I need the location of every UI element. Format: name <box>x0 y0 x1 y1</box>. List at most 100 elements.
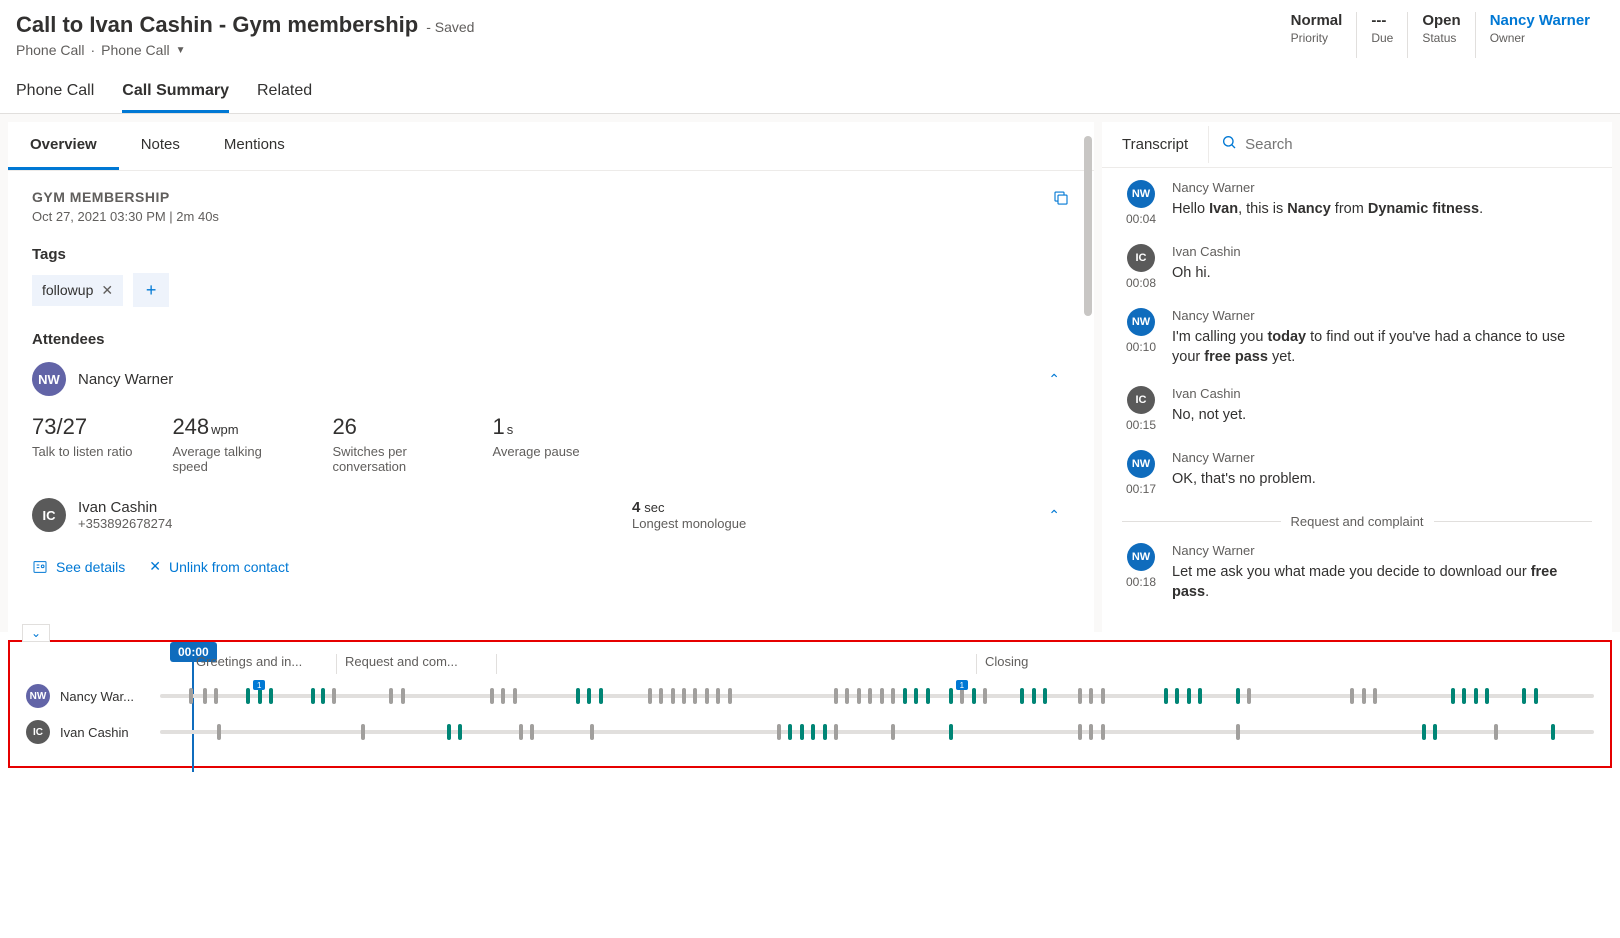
timeline-tick[interactable] <box>203 688 207 704</box>
add-tag-button[interactable]: + <box>133 273 169 307</box>
search-input[interactable] <box>1245 136 1600 153</box>
timeline-tick[interactable] <box>671 688 675 704</box>
timeline-tick[interactable] <box>880 688 884 704</box>
subtab-overview[interactable]: Overview <box>8 122 119 170</box>
unlink-contact-link[interactable]: ✕ Unlink from contact <box>149 558 289 575</box>
timeline-tick[interactable] <box>693 688 697 704</box>
remove-tag-icon[interactable]: ✕ <box>101 282 113 299</box>
tab-related[interactable]: Related <box>257 74 312 113</box>
timeline-tick[interactable] <box>246 688 250 704</box>
owner-cell[interactable]: Nancy Warner Owner <box>1476 12 1604 58</box>
timeline-tick[interactable] <box>914 688 918 704</box>
timeline-tick[interactable] <box>705 688 709 704</box>
transcript-message[interactable]: IC 00:08 Ivan Cashin Oh hi. <box>1122 244 1592 290</box>
timeline-tick[interactable] <box>926 688 930 704</box>
timeline-tick[interactable] <box>1494 724 1498 740</box>
timeline-tick[interactable] <box>599 688 603 704</box>
timeline-tick[interactable] <box>1451 688 1455 704</box>
chevron-down-icon[interactable]: ▼ <box>176 45 186 56</box>
scrollbar-thumb[interactable] <box>1084 136 1092 316</box>
transcript-message[interactable]: NW 00:10 Nancy Warner I'm calling you to… <box>1122 308 1592 368</box>
timeline-tick[interactable] <box>960 688 964 704</box>
timeline-tick[interactable] <box>1534 688 1538 704</box>
timeline-tick[interactable] <box>214 688 218 704</box>
timeline-tick[interactable] <box>1078 724 1082 740</box>
timeline-tick[interactable] <box>800 724 804 740</box>
search-wrap[interactable] <box>1208 126 1612 163</box>
timeline-tick[interactable] <box>1373 688 1377 704</box>
timeline-tick[interactable] <box>891 688 895 704</box>
timeline-tick[interactable] <box>845 688 849 704</box>
timeline-tick[interactable] <box>1089 688 1093 704</box>
timeline-tick[interactable] <box>530 724 534 740</box>
timeline-tick[interactable] <box>332 688 336 704</box>
timeline-tick[interactable] <box>682 688 686 704</box>
timeline-track[interactable]: 11 <box>160 688 1594 704</box>
timeline-tick[interactable] <box>716 688 720 704</box>
transcript-message[interactable]: NW 00:17 Nancy Warner OK, that's no prob… <box>1122 450 1592 496</box>
due-cell[interactable]: --- Due <box>1357 12 1408 58</box>
timeline-tick[interactable] <box>949 724 953 740</box>
tab-call-summary[interactable]: Call Summary <box>122 74 229 113</box>
timeline-tick[interactable] <box>834 688 838 704</box>
timeline-tick[interactable] <box>1551 724 1555 740</box>
timeline-tick[interactable] <box>389 688 393 704</box>
timeline-tick[interactable] <box>903 688 907 704</box>
timeline-tick[interactable] <box>519 724 523 740</box>
transcript-message[interactable]: IC 00:15 Ivan Cashin No, not yet. <box>1122 386 1592 432</box>
timeline-tick[interactable] <box>834 724 838 740</box>
attendee-ivan-header[interactable]: IC Ivan Cashin +353892678274 4 sec Longe… <box>32 498 1070 532</box>
timeline-tick[interactable] <box>648 688 652 704</box>
timeline-tick[interactable] <box>1236 688 1240 704</box>
timeline-tick[interactable] <box>1422 724 1426 740</box>
timeline-tick[interactable] <box>1187 688 1191 704</box>
timeline-tick[interactable] <box>217 724 221 740</box>
tag-followup[interactable]: followup ✕ <box>32 275 123 306</box>
timeline-tick[interactable] <box>1089 724 1093 740</box>
subtab-notes[interactable]: Notes <box>119 122 202 170</box>
timeline-tick[interactable] <box>777 724 781 740</box>
timeline-tick[interactable] <box>788 724 792 740</box>
status-cell[interactable]: Open Status <box>1408 12 1475 58</box>
timeline-marker[interactable]: 1 <box>253 680 265 690</box>
timeline-tick[interactable] <box>891 724 895 740</box>
chevron-up-icon[interactable]: ⌃ <box>1048 507 1060 524</box>
timeline-tick[interactable] <box>1032 688 1036 704</box>
chevron-up-icon[interactable]: ⌃ <box>1048 371 1060 388</box>
timeline-tick[interactable] <box>983 688 987 704</box>
timeline-tick[interactable] <box>868 688 872 704</box>
timeline-tick[interactable] <box>1236 724 1240 740</box>
attendee-nancy-header[interactable]: NW Nancy Warner ⌃ <box>32 362 1070 396</box>
timeline-tick[interactable] <box>1043 688 1047 704</box>
timeline-tick[interactable] <box>401 688 405 704</box>
timeline-tick[interactable] <box>728 688 732 704</box>
timeline-track[interactable] <box>160 724 1594 740</box>
transcript-message[interactable]: NW 00:04 Nancy Warner Hello Ivan, this i… <box>1122 180 1592 226</box>
timeline-tick[interactable] <box>189 688 193 704</box>
timeline-tick[interactable] <box>1164 688 1168 704</box>
tab-phone-call[interactable]: Phone Call <box>16 74 94 113</box>
copy-icon[interactable] <box>1052 189 1070 210</box>
timeline-marker[interactable]: 1 <box>956 680 968 690</box>
timeline-tick[interactable] <box>1362 688 1366 704</box>
timeline-tick[interactable] <box>311 688 315 704</box>
timeline-tick[interactable] <box>587 688 591 704</box>
timeline-tick[interactable] <box>501 688 505 704</box>
timeline-tick[interactable] <box>1247 688 1251 704</box>
timeline-tick[interactable] <box>823 724 827 740</box>
timeline-tick[interactable] <box>811 724 815 740</box>
transcript-message[interactable]: NW 00:18 Nancy Warner Let me ask you wha… <box>1122 543 1592 603</box>
priority-cell[interactable]: Normal Priority <box>1277 12 1358 58</box>
timeline-tick[interactable] <box>361 724 365 740</box>
form-selector[interactable]: Phone Call <box>101 42 170 58</box>
timeline-tick[interactable] <box>949 688 953 704</box>
timeline-tick[interactable] <box>513 688 517 704</box>
timeline-tick[interactable] <box>1350 688 1354 704</box>
timeline-tick[interactable] <box>590 724 594 740</box>
timeline-tick[interactable] <box>857 688 861 704</box>
transcript-body[interactable]: NW 00:04 Nancy Warner Hello Ivan, this i… <box>1102 168 1612 632</box>
timeline-tick[interactable] <box>1433 724 1437 740</box>
timeline-tick[interactable] <box>1485 688 1489 704</box>
timeline-tick[interactable] <box>1175 688 1179 704</box>
timeline-tick[interactable] <box>269 688 273 704</box>
